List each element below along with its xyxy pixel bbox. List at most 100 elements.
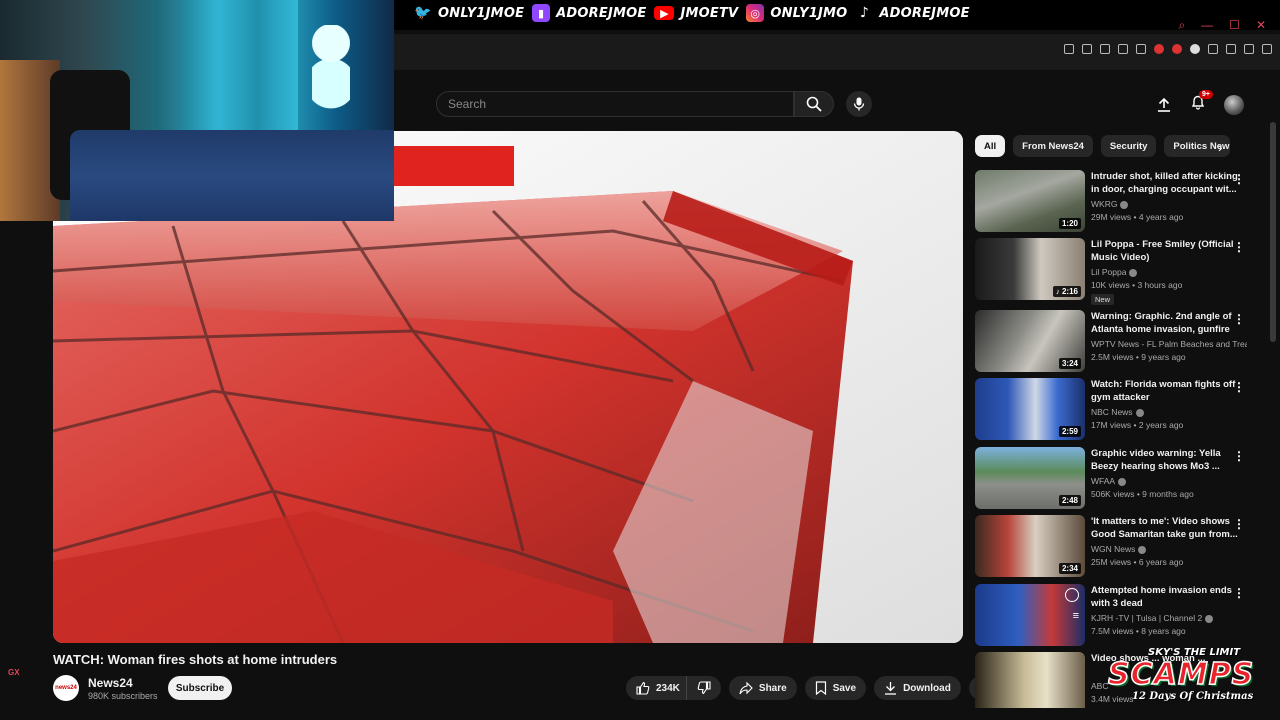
rec-channel[interactable]: NBC News bbox=[1091, 407, 1247, 417]
s-extension-icon[interactable] bbox=[1190, 44, 1200, 54]
rec-title[interactable]: Watch: Florida woman fights off gym atta… bbox=[1091, 378, 1243, 404]
social-instagram: ◎ ONLY1JMO bbox=[746, 4, 847, 22]
like-button[interactable]: 234K bbox=[626, 676, 686, 700]
share-button[interactable]: Share bbox=[728, 676, 797, 700]
search-button[interactable] bbox=[794, 91, 834, 117]
rec-age: 9 years ago bbox=[1141, 352, 1186, 362]
profile-icon[interactable] bbox=[1226, 44, 1236, 54]
rec-title[interactable]: Attempted home invasion ends with 3 dead bbox=[1091, 584, 1243, 610]
rec-title[interactable]: Lil Poppa - Free Smiley (Official Music … bbox=[1091, 238, 1243, 264]
rec-channel[interactable]: WKRG bbox=[1091, 199, 1247, 209]
heart-icon[interactable] bbox=[1136, 44, 1146, 54]
rec-title[interactable]: 'It matters to me': Video shows Good Sam… bbox=[1091, 515, 1243, 541]
list-item[interactable]: 2:48 Graphic video warning: Yella Beezy … bbox=[975, 447, 1255, 511]
instagram-icon: ◎ bbox=[746, 4, 765, 22]
rec-channel-name: WFAA bbox=[1091, 476, 1116, 486]
more-vertical-icon[interactable]: ⋮ bbox=[1233, 517, 1245, 531]
rec-meta: 29M views • 4 years ago bbox=[1091, 212, 1184, 222]
video-thumbnail[interactable]: 3:24 bbox=[975, 310, 1085, 372]
save-button[interactable]: Save bbox=[804, 676, 867, 700]
more-vertical-icon[interactable]: ⋮ bbox=[1233, 240, 1245, 254]
search-input[interactable]: Search bbox=[436, 91, 794, 117]
minimize-icon[interactable]: — bbox=[1201, 18, 1213, 33]
add-to-queue-icon[interactable]: ≡ bbox=[1073, 610, 1079, 622]
rec-channel[interactable]: Lil Poppa bbox=[1091, 267, 1247, 277]
maximize-icon[interactable]: ☐ bbox=[1229, 18, 1240, 33]
rec-meta: 506K views • 9 months ago bbox=[1091, 489, 1194, 499]
shield-icon[interactable] bbox=[1100, 44, 1110, 54]
close-icon[interactable]: ✕ bbox=[1256, 18, 1266, 33]
more-vertical-icon[interactable]: ⋮ bbox=[1233, 586, 1245, 600]
duration-badge: ♪ 2:16 bbox=[1052, 286, 1081, 297]
watch-later-icon[interactable] bbox=[1065, 588, 1079, 602]
video-thumbnail[interactable]: 2:34 bbox=[975, 515, 1085, 577]
rec-channel-name: WKRG bbox=[1091, 199, 1118, 209]
pin-icon[interactable] bbox=[1064, 44, 1074, 54]
list-item[interactable]: ♪ 2:16 Lil Poppa - Free Smiley (Official… bbox=[975, 238, 1255, 305]
verified-icon bbox=[1118, 477, 1127, 486]
rec-channel-name: WGN News bbox=[1091, 544, 1136, 554]
channel-name[interactable]: News24 bbox=[88, 676, 133, 690]
rec-channel[interactable]: WPTV News - FL Palm Beaches and Trea... bbox=[1091, 339, 1247, 349]
puzzle-icon[interactable] bbox=[1208, 44, 1218, 54]
list-item[interactable]: 3:24 Warning: Graphic. 2nd angle of Atla… bbox=[975, 310, 1255, 374]
rec-views: 506K views bbox=[1091, 489, 1135, 499]
video-thumbnail[interactable]: 2:48 bbox=[975, 447, 1085, 509]
extension-icon[interactable] bbox=[1172, 44, 1182, 54]
more-vertical-icon[interactable]: ⋮ bbox=[1233, 449, 1245, 463]
list-item[interactable]: 1:20 Intruder shot, killed after kicking… bbox=[975, 170, 1255, 234]
list-item[interactable]: ≡ Attempted home invasion ends with 3 de… bbox=[975, 584, 1255, 648]
chevron-right-icon[interactable]: › bbox=[1218, 139, 1223, 155]
video-thumbnail[interactable]: 2:59 bbox=[975, 378, 1085, 440]
video-thumbnail[interactable] bbox=[975, 652, 1085, 708]
adblock-icon[interactable] bbox=[1154, 44, 1164, 54]
chip-from-news24[interactable]: From News24 bbox=[1013, 135, 1093, 157]
dislike-button[interactable] bbox=[685, 676, 721, 700]
rec-channel[interactable]: KJRH -TV | Tulsa | Channel 2 bbox=[1091, 613, 1247, 623]
notifications-button[interactable]: 9+ bbox=[1190, 90, 1213, 115]
screenshot-icon[interactable] bbox=[1082, 44, 1092, 54]
scrollbar[interactable] bbox=[1270, 122, 1276, 342]
menu-icon[interactable] bbox=[1262, 44, 1272, 54]
rec-age: 6 years ago bbox=[1138, 557, 1184, 567]
notification-badge: 9+ bbox=[1199, 90, 1213, 99]
search-icon[interactable]: ⌕ bbox=[1178, 18, 1185, 33]
subscribe-button[interactable]: Subscribe bbox=[168, 676, 232, 700]
download-icon bbox=[885, 682, 897, 695]
rec-channel[interactable]: WFAA bbox=[1091, 476, 1247, 486]
rec-channel[interactable]: WGN News bbox=[1091, 544, 1247, 554]
list-item[interactable]: 2:59 Watch: Florida woman fights off gym… bbox=[975, 378, 1255, 442]
curtain bbox=[178, 0, 298, 150]
video-thumbnail[interactable]: ♪ 2:16 bbox=[975, 238, 1085, 300]
duration-badge: 3:24 bbox=[1058, 358, 1081, 369]
voice-search-button[interactable] bbox=[846, 91, 872, 117]
like-count: 234K bbox=[656, 682, 680, 694]
download-button[interactable]: Download bbox=[874, 676, 961, 700]
rec-title[interactable]: Intruder shot, killed after kicking in d… bbox=[1091, 170, 1243, 196]
rec-meta: 7.5M views • 8 years ago bbox=[1091, 626, 1186, 636]
rec-title[interactable]: Warning: Graphic. 2nd angle of Atlanta h… bbox=[1091, 310, 1243, 336]
save-label: Save bbox=[832, 682, 857, 694]
upload-icon[interactable] bbox=[1156, 97, 1172, 113]
rec-age: 8 years ago bbox=[1141, 626, 1186, 636]
video-thumbnail[interactable]: ≡ bbox=[975, 584, 1085, 646]
download-icon[interactable] bbox=[1244, 44, 1254, 54]
more-vertical-icon[interactable]: ⋮ bbox=[1233, 172, 1245, 186]
video-thumbnail[interactable]: 1:20 bbox=[975, 170, 1085, 232]
subscriber-count: 980K subscribers bbox=[88, 691, 158, 701]
chip-security[interactable]: Security bbox=[1100, 135, 1157, 157]
chip-all[interactable]: All bbox=[975, 135, 1006, 157]
play-icon[interactable] bbox=[1118, 44, 1128, 54]
snowman-decoration bbox=[312, 25, 350, 115]
more-vertical-icon[interactable]: ⋮ bbox=[1233, 380, 1245, 394]
bed bbox=[70, 130, 394, 221]
bookmark-icon bbox=[815, 681, 826, 695]
account-avatar[interactable] bbox=[1224, 94, 1244, 115]
window-controls: ⌕ — ☐ ✕ bbox=[1178, 18, 1266, 33]
more-vertical-icon[interactable]: ⋮ bbox=[1233, 312, 1245, 326]
screen: 🐦 ONLY1JMOE ▮ ADOREJMOE ▶ JMOETV ◎ ONLY1… bbox=[0, 0, 1280, 720]
social-tiktok: ♪ ADOREJMOE bbox=[855, 4, 970, 22]
rec-title[interactable]: Graphic video warning: Yella Beezy heari… bbox=[1091, 447, 1243, 473]
channel-avatar[interactable]: news24 bbox=[53, 675, 79, 701]
list-item[interactable]: 2:34 'It matters to me': Video shows Goo… bbox=[975, 515, 1255, 579]
